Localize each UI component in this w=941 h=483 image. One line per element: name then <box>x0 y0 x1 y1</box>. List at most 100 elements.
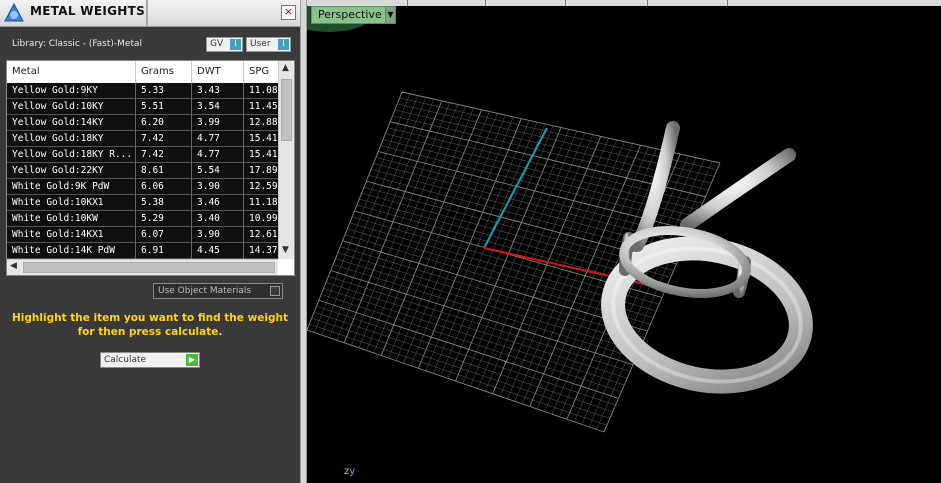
grid-line <box>311 317 610 419</box>
ring-model[interactable] <box>601 121 814 398</box>
cell-dwt: 3.90 <box>192 227 244 243</box>
scroll-up-icon[interactable]: ▲ <box>282 63 289 73</box>
cell-spg: 11.18 <box>249 197 278 208</box>
app-logo-icon <box>4 2 24 22</box>
grid-line <box>309 323 607 426</box>
column-header-grams[interactable]: Grams <box>136 61 192 83</box>
table-row[interactable]: White Gold:14K PdW 6.91 4.45 14.37 <box>7 243 278 259</box>
table-row[interactable]: Yellow Gold:18KY R... 7.42 4.77 15.41 <box>7 147 278 163</box>
scroll-down-icon[interactable]: ▼ <box>282 245 289 255</box>
cell-grams: 5.29 <box>136 211 192 227</box>
calculate-label: Calculate <box>104 355 147 365</box>
viewport-top-strip <box>307 0 941 6</box>
gv-toggle[interactable]: GV I <box>206 37 243 52</box>
axis-y-label: y <box>349 466 356 477</box>
table-row[interactable]: Yellow Gold:22KY 8.61 5.54 17.89 <box>7 163 278 179</box>
grid-line <box>316 305 616 406</box>
vertical-scroll-thumb[interactable] <box>281 79 292 141</box>
cell-grams: 8.61 <box>136 163 192 179</box>
instruction-text: Highlight the item you want to find the … <box>10 311 290 339</box>
horizontal-scrollbar[interactable]: ◀ <box>7 259 278 275</box>
column-header-metal[interactable]: Metal <box>7 61 136 83</box>
cell-metal: White Gold:14KX1 <box>7 227 136 243</box>
axis-indicator: zy <box>344 466 355 477</box>
instruction-line-1: Highlight the item you want to find the … <box>12 312 288 324</box>
titlebar-divider <box>146 0 148 26</box>
cell-dwt: 4.77 <box>192 131 244 147</box>
cell-grams: 6.07 <box>136 227 192 243</box>
cell-spg: 17.89 <box>249 165 278 176</box>
cell-spg: 14.37 <box>249 245 278 256</box>
play-arrow-icon: ▶ <box>186 354 198 366</box>
use-object-materials-checkbox[interactable]: Use Object Materials <box>153 283 283 299</box>
cell-metal: Yellow Gold:14KY <box>7 115 136 131</box>
panel-titlebar: METAL WEIGHTS × <box>0 0 300 27</box>
gv-toggle-icon: I <box>230 39 241 50</box>
metal-weights-panel: METAL WEIGHTS × Library: Classic - (Fast… <box>0 0 300 483</box>
cell-dwt: 3.40 <box>192 211 244 227</box>
close-button[interactable]: × <box>281 5 296 20</box>
cell-spg: 12.59 <box>249 181 278 192</box>
cell-grams: 6.20 <box>136 115 192 131</box>
cell-metal: Yellow Gold:22KY <box>7 163 136 179</box>
cell-spg: 11.08 <box>249 85 278 96</box>
instruction-line-2: for then press calculate. <box>77 326 223 338</box>
cell-grams: 6.91 <box>136 243 192 259</box>
cell-metal: White Gold:10KW <box>7 211 136 227</box>
vertical-scrollbar[interactable]: ▲ ▼ <box>278 61 294 259</box>
cell-spg: 12.88 <box>249 117 278 128</box>
cell-grams: 6.06 <box>136 179 192 195</box>
table-row[interactable]: Yellow Gold:14KY 6.20 3.99 12.88 <box>7 115 278 131</box>
cell-spg: 10.99 <box>249 213 278 224</box>
table-row[interactable]: Yellow Gold:9KY 5.33 3.43 11.08 <box>7 83 278 99</box>
column-header-dwt[interactable]: DWT <box>192 61 244 83</box>
user-toggle[interactable]: User I <box>246 37 291 52</box>
horizontal-scroll-thumb[interactable] <box>23 262 275 273</box>
cell-grams: 5.33 <box>136 83 192 99</box>
cell-dwt: 5.54 <box>192 163 244 179</box>
cell-dwt: 3.99 <box>192 115 244 131</box>
library-label: Library: Classic - (Fast)-Metal <box>12 39 143 49</box>
viewport-scene <box>307 4 814 433</box>
table-row[interactable]: Yellow Gold:10KY 5.51 3.54 11.45 <box>7 99 278 115</box>
chevron-down-icon[interactable]: ▼ <box>385 6 396 24</box>
grid-line <box>321 294 622 392</box>
panel-splitter[interactable] <box>300 0 307 483</box>
perspective-viewport[interactable]: Perspective ▼ zy <box>307 0 941 483</box>
cell-dwt: 3.46 <box>192 195 244 211</box>
panel-title: METAL WEIGHTS <box>30 4 146 18</box>
column-header-spg[interactable]: SPG <box>244 61 278 83</box>
calculate-button[interactable]: Calculate ▶ <box>100 352 200 368</box>
cell-grams: 5.38 <box>136 195 192 211</box>
cell-grams: 7.42 <box>136 131 192 147</box>
cell-metal: White Gold:9K PdW <box>7 179 136 195</box>
user-toggle-icon: I <box>278 39 289 50</box>
cell-dwt: 3.90 <box>192 179 244 195</box>
cell-spg: 15.41 <box>249 133 278 144</box>
use-object-materials-label: Use Object Materials <box>158 286 252 296</box>
metal-weights-table: Metal Grams DWT SPG Yellow Gold:9KY 5.33 3… <box>6 60 295 276</box>
table-row[interactable]: White Gold:10KW 5.29 3.40 10.99 <box>7 211 278 227</box>
grid-line <box>314 311 613 413</box>
cell-metal: Yellow Gold:10KY <box>7 99 136 115</box>
cell-metal: Yellow Gold:18KY <box>7 131 136 147</box>
cell-metal: Yellow Gold:18KY R... <box>7 147 136 163</box>
cell-dwt: 4.77 <box>192 147 244 163</box>
table-row[interactable]: White Gold:9K PdW 6.06 3.90 12.59 <box>7 179 278 195</box>
cell-dwt: 3.54 <box>192 99 244 115</box>
tab-perspective[interactable]: Perspective <box>311 6 389 24</box>
cell-metal: White Gold:10KX1 <box>7 195 136 211</box>
cell-grams: 5.51 <box>136 99 192 115</box>
scroll-left-icon[interactable]: ◀ <box>10 261 17 271</box>
table-row[interactable]: Yellow Gold:18KY 7.42 4.77 15.41 <box>7 131 278 147</box>
table-header: Metal Grams DWT SPG <box>7 61 278 84</box>
user-toggle-label: User <box>250 39 271 49</box>
cell-dwt: 3.43 <box>192 83 244 99</box>
cell-spg: 12.61 <box>249 229 278 240</box>
cell-spg: 15.41 <box>249 149 278 160</box>
cell-spg: 11.45 <box>249 101 278 112</box>
table-row[interactable]: White Gold:14KX1 6.07 3.90 12.61 <box>7 227 278 243</box>
checkbox-box[interactable] <box>270 286 280 296</box>
cell-metal: Yellow Gold:9KY <box>7 83 136 99</box>
table-row[interactable]: White Gold:10KX1 5.38 3.46 11.18 <box>7 195 278 211</box>
